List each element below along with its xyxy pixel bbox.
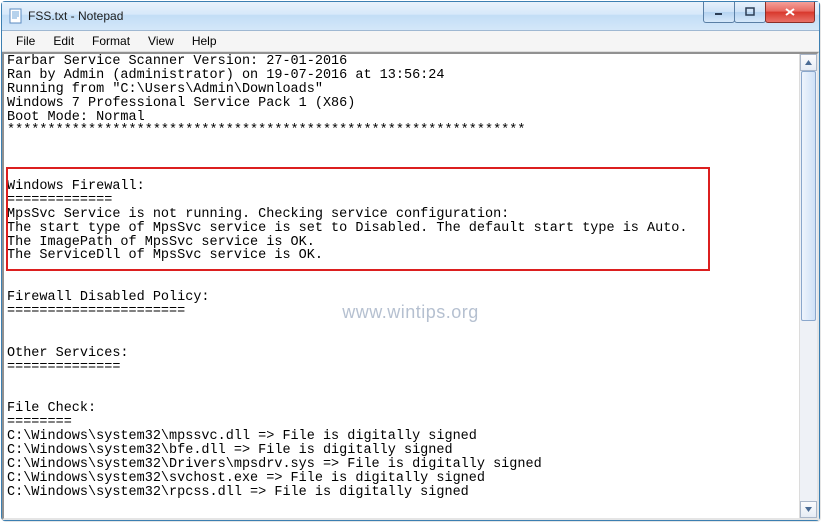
text-line: ============= bbox=[7, 194, 796, 208]
menu-format[interactable]: Format bbox=[84, 33, 138, 49]
text-line: The ServiceDll of MpsSvc service is OK. bbox=[7, 249, 796, 263]
notepad-window: FSS.txt - Notepad File Edit Format View … bbox=[1, 1, 820, 521]
text-line bbox=[7, 277, 796, 291]
text-line: ======== bbox=[7, 416, 796, 430]
text-line bbox=[7, 388, 796, 402]
titlebar[interactable]: FSS.txt - Notepad bbox=[2, 2, 819, 31]
window-controls bbox=[704, 2, 815, 23]
close-button[interactable] bbox=[765, 2, 815, 23]
text-line: ====================== bbox=[7, 305, 796, 319]
text-line: Running from "C:\Users\Admin\Downloads" bbox=[7, 83, 796, 97]
text-line: The start type of MpsSvc service is set … bbox=[7, 222, 796, 236]
text-line: Other Services: bbox=[7, 347, 796, 361]
notepad-icon bbox=[8, 8, 24, 24]
text-line bbox=[7, 138, 796, 152]
text-line: Ran by Admin (administrator) on 19-07-20… bbox=[7, 69, 796, 83]
vertical-scrollbar[interactable] bbox=[799, 54, 817, 518]
text-line: C:\Windows\system32\rpcss.dll => File is… bbox=[7, 486, 796, 500]
text-line bbox=[7, 333, 796, 347]
scroll-thumb[interactable] bbox=[801, 71, 816, 321]
text-line: C:\Windows\system32\Drivers\mpsdrv.sys =… bbox=[7, 458, 796, 472]
content-wrapper: Farbar Service Scanner Version: 27-01-20… bbox=[2, 52, 819, 520]
maximize-button[interactable] bbox=[734, 2, 766, 23]
text-line: Boot Mode: Normal bbox=[7, 111, 796, 125]
menu-view[interactable]: View bbox=[140, 33, 182, 49]
text-line: C:\Windows\system32\mpssvc.dll => File i… bbox=[7, 430, 796, 444]
text-line bbox=[7, 166, 796, 180]
window-title: FSS.txt - Notepad bbox=[28, 9, 123, 23]
text-line: The ImagePath of MpsSvc service is OK. bbox=[7, 236, 796, 250]
scroll-track[interactable] bbox=[800, 71, 817, 501]
menu-help[interactable]: Help bbox=[184, 33, 225, 49]
text-area[interactable]: Farbar Service Scanner Version: 27-01-20… bbox=[4, 54, 799, 518]
menu-edit[interactable]: Edit bbox=[45, 33, 82, 49]
text-line: Firewall Disabled Policy: bbox=[7, 291, 796, 305]
text-line: File Check: bbox=[7, 402, 796, 416]
text-line: C:\Windows\system32\bfe.dll => File is d… bbox=[7, 444, 796, 458]
text-line: Windows 7 Professional Service Pack 1 (X… bbox=[7, 97, 796, 111]
text-line bbox=[7, 152, 796, 166]
scroll-down-button[interactable] bbox=[800, 501, 817, 518]
scroll-up-button[interactable] bbox=[800, 54, 817, 71]
text-line: C:\Windows\system32\svchost.exe => File … bbox=[7, 472, 796, 486]
text-line bbox=[7, 319, 796, 333]
text-line: ****************************************… bbox=[7, 124, 796, 138]
text-line: ============== bbox=[7, 361, 796, 375]
text-line: MpsSvc Service is not running. Checking … bbox=[7, 208, 796, 222]
text-line bbox=[7, 374, 796, 388]
text-line: Farbar Service Scanner Version: 27-01-20… bbox=[7, 55, 796, 69]
menu-file[interactable]: File bbox=[8, 33, 43, 49]
text-line: Windows Firewall: bbox=[7, 180, 796, 194]
text-line bbox=[7, 263, 796, 277]
menubar: File Edit Format View Help bbox=[2, 31, 819, 52]
minimize-button[interactable] bbox=[703, 2, 735, 23]
